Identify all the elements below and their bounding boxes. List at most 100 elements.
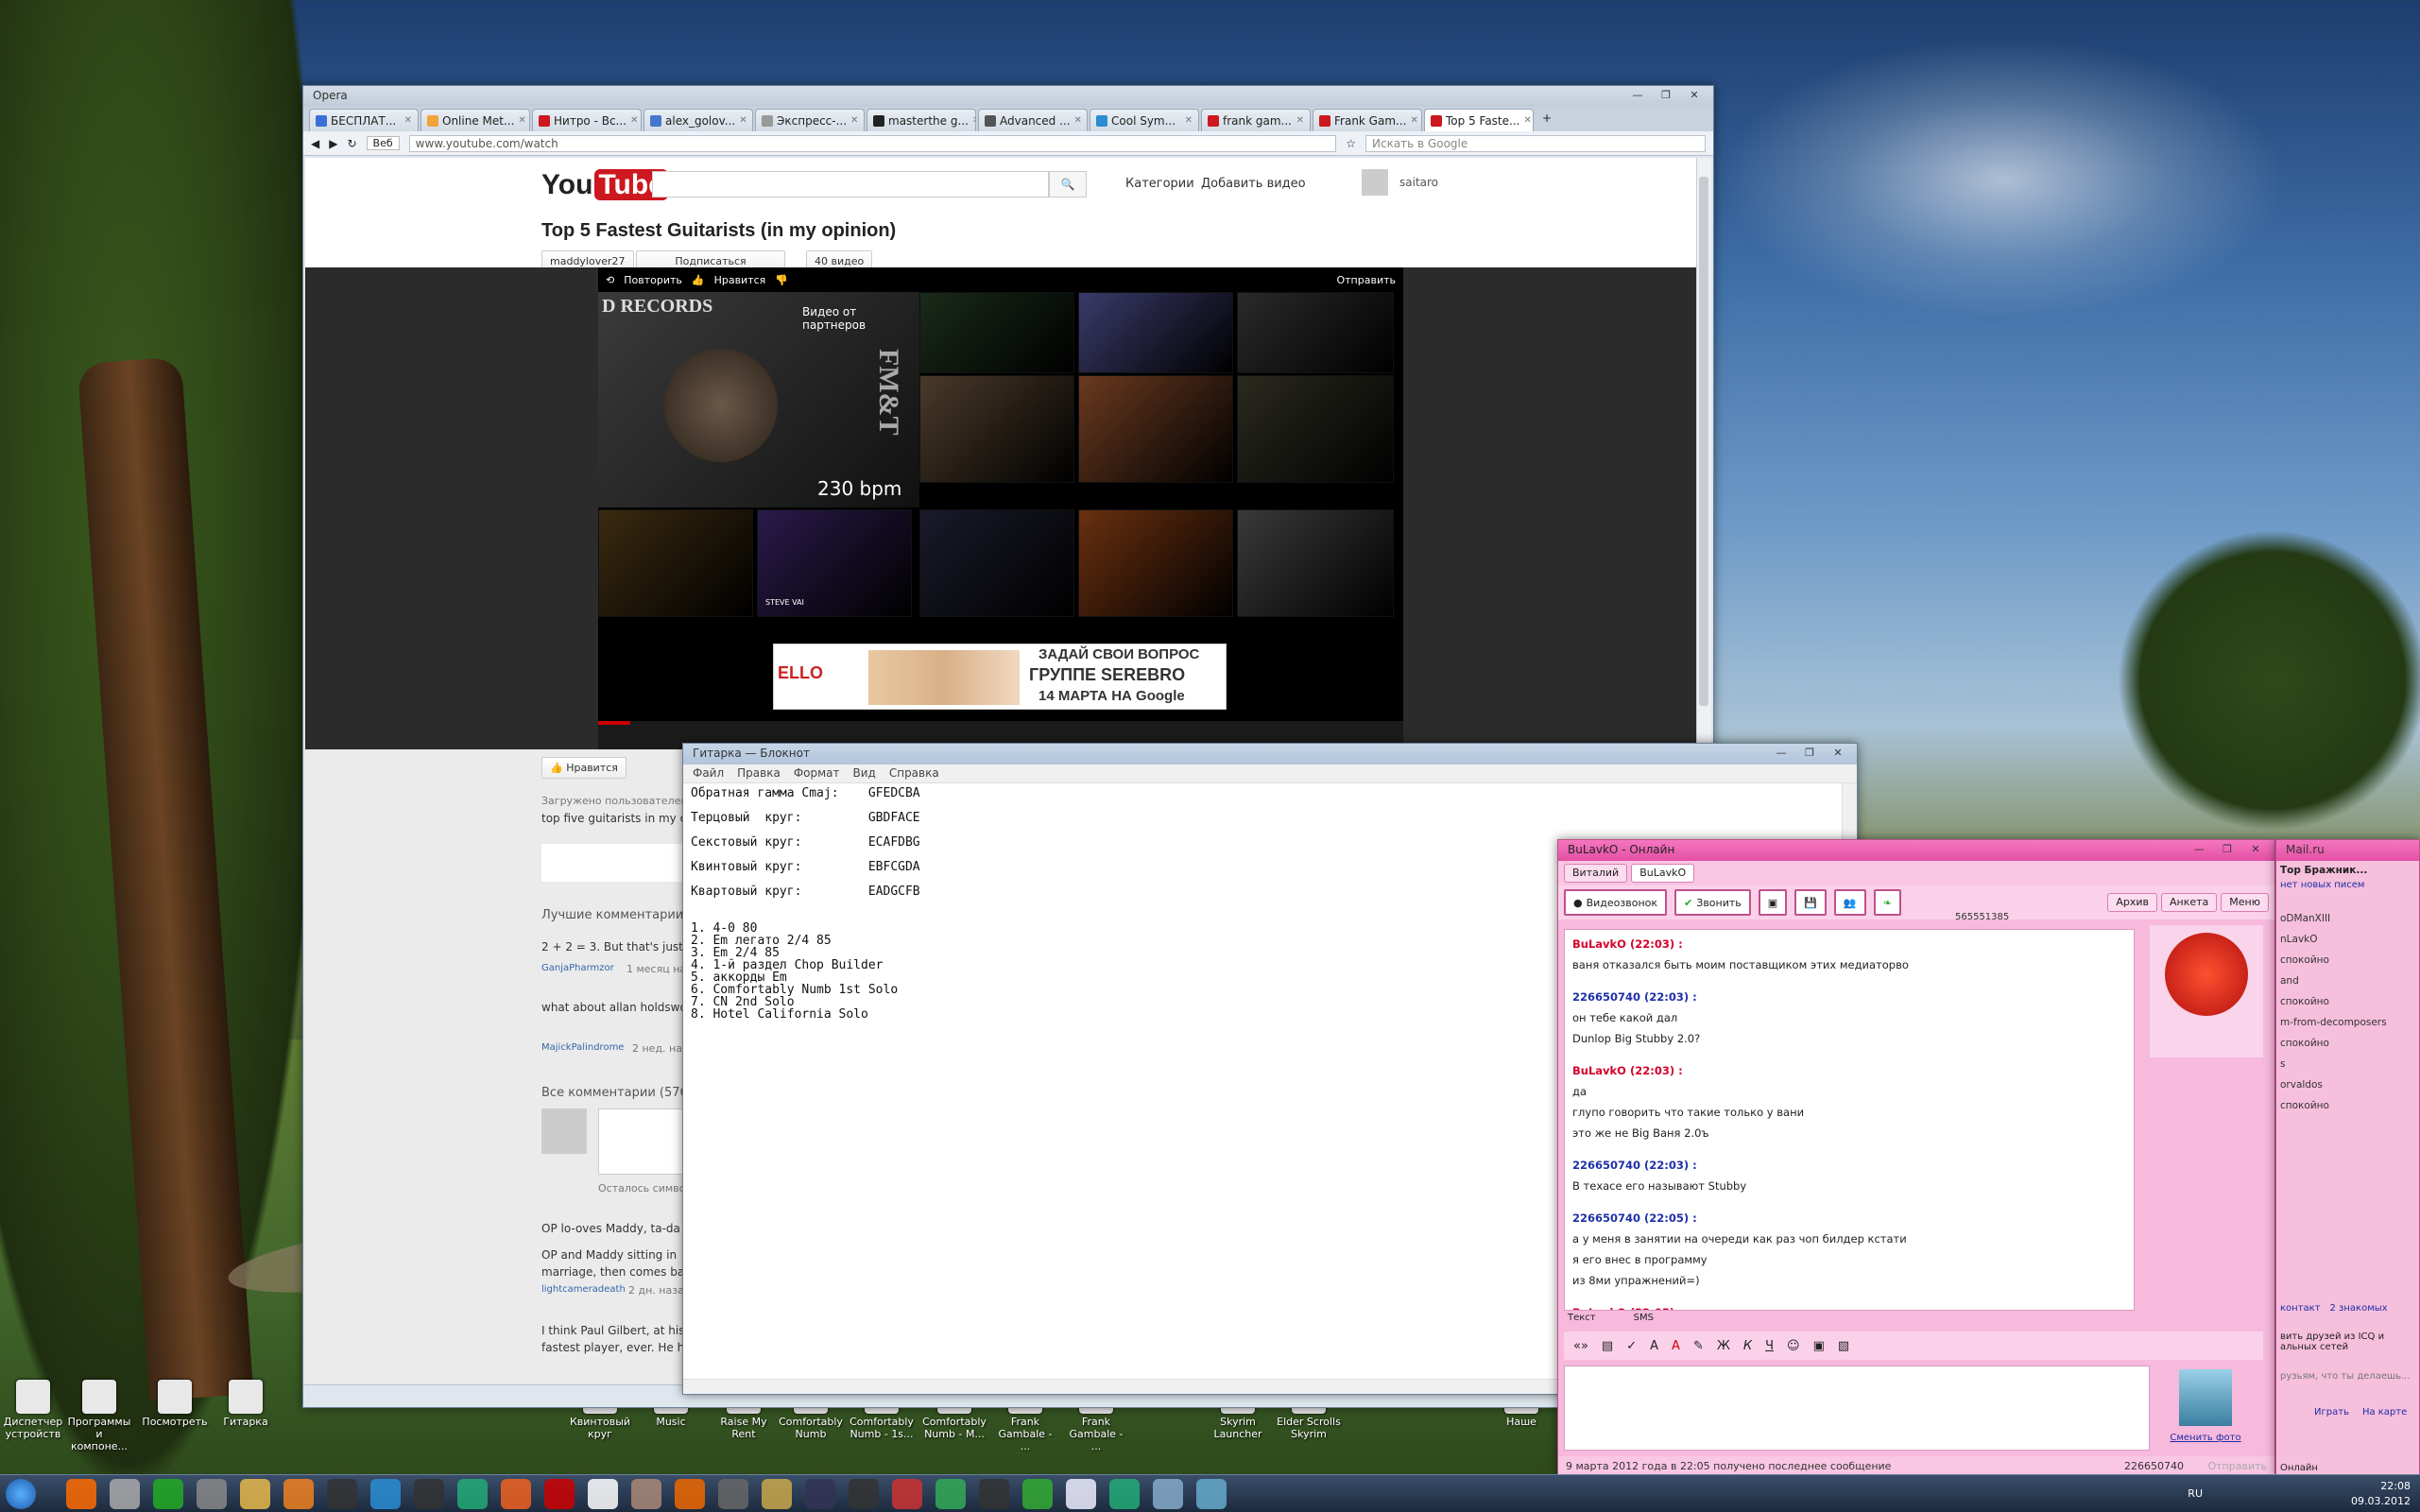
menu-item[interactable]: Файл	[693, 766, 724, 781]
mail-status[interactable]: нет новых писем	[2276, 880, 2419, 890]
related-video-thumbnail[interactable]	[1078, 292, 1233, 373]
taskbar-app-icon[interactable]	[370, 1479, 401, 1509]
minimize-button[interactable]: —	[1770, 746, 1793, 761]
message-input[interactable]	[1564, 1366, 2150, 1451]
youtube-logo[interactable]: You Tube	[541, 169, 668, 201]
taskbar-app-icon[interactable]	[1066, 1479, 1096, 1509]
related-video-thumbnail[interactable]	[1237, 292, 1394, 373]
related-video-thumbnail[interactable]	[1078, 375, 1233, 483]
desktop-icon[interactable]: Диспетчер устройств	[0, 1380, 66, 1440]
taskbar-app-icon[interactable]	[544, 1479, 575, 1509]
taskbar-app-icon[interactable]	[1109, 1479, 1140, 1509]
taskbar-app-icon[interactable]	[457, 1479, 488, 1509]
like-icon[interactable]: 👍	[692, 274, 705, 286]
contact-row[interactable]: спокойно	[2276, 1100, 2419, 1121]
tab-vitaliy[interactable]: Виталий	[1564, 864, 1628, 883]
taskbar-app-icon[interactable]	[153, 1479, 183, 1509]
tab-item[interactable]: frank gam... ✕	[1201, 109, 1311, 131]
close-tab-icon[interactable]: ✕	[972, 115, 975, 126]
taskbar-app-icon[interactable]	[110, 1479, 140, 1509]
new-tab-button[interactable]: +	[1536, 109, 1558, 131]
highlight-icon[interactable]: ✎	[1693, 1339, 1704, 1353]
tab-item[interactable]: Экспресс-... ✕	[755, 109, 865, 131]
comment-user[interactable]: MajickPalindrome	[541, 1042, 624, 1053]
contact-row[interactable]: спокойно	[2276, 954, 2419, 975]
taskbar-app-icon[interactable]	[1153, 1479, 1183, 1509]
close-tab-icon[interactable]: ✕	[1296, 115, 1304, 126]
tab-sms[interactable]: SMS	[1634, 1313, 1654, 1323]
close-tab-icon[interactable]: ✕	[518, 115, 525, 126]
panel-tab[interactable]: Архив	[2107, 893, 2157, 912]
flash-icon[interactable]: ▣	[1813, 1339, 1825, 1353]
tab-item[interactable]: Online Met... ✕	[420, 109, 530, 131]
tab-text[interactable]: Текст	[1568, 1313, 1596, 1323]
contact-row[interactable]: and	[2276, 975, 2419, 996]
strike-icon[interactable]: Ж	[1717, 1339, 1730, 1353]
user-menu[interactable]: saitaro	[1399, 176, 1438, 189]
replay-label[interactable]: Повторить	[624, 274, 682, 286]
close-tab-icon[interactable]: ✕	[1410, 115, 1417, 126]
profile-name[interactable]: Тор Бражник...	[2276, 861, 2419, 880]
related-video-thumbnail[interactable]	[598, 509, 753, 617]
contact-row[interactable]: orvaldos	[2276, 1079, 2419, 1100]
upload-link[interactable]: Добавить видео	[1201, 177, 1306, 191]
taskbar-app-icon[interactable]	[631, 1479, 661, 1509]
like-button[interactable]: 👍 Нравится	[541, 757, 626, 779]
minimize-button[interactable]: —	[2188, 842, 2210, 857]
taskbar-app-icon[interactable]	[935, 1479, 966, 1509]
tab-item[interactable]: Top 5 Faste... ✕	[1424, 109, 1534, 131]
close-tab-icon[interactable]: ✕	[739, 115, 747, 126]
status-input[interactable]: рузьям, что ты делаешь...	[2280, 1371, 2411, 1382]
tab-item[interactable]: alex_golov... ✕	[644, 109, 753, 131]
save-icon[interactable]: 💾	[1794, 889, 1827, 916]
contact-row[interactable]: oDManXIII	[2276, 913, 2419, 934]
taskbar-app-icon[interactable]	[240, 1479, 270, 1509]
share-label[interactable]: Отправить	[1336, 274, 1396, 286]
contact-row[interactable]: спокойно	[2276, 1038, 2419, 1058]
taskbar-app-icon[interactable]	[327, 1479, 357, 1509]
taskbar-app-icon[interactable]	[66, 1479, 96, 1509]
spellcheck-icon[interactable]: ✓	[1626, 1339, 1637, 1353]
friends-link[interactable]: 2 знакомых	[2330, 1303, 2388, 1314]
change-photo-link[interactable]: Сменить фото	[2170, 1433, 2240, 1443]
clock-date[interactable]: 09.03.2012	[2351, 1494, 2411, 1509]
videocall-button[interactable]: ● Видеозвонок	[1564, 889, 1668, 916]
reload-icon[interactable]: ↻	[347, 137, 356, 150]
close-tab-icon[interactable]: ✕	[404, 115, 412, 126]
avatar[interactable]	[1362, 169, 1388, 196]
taskbar-app-icon[interactable]	[1022, 1479, 1053, 1509]
tab-item[interactable]: Advanced ... ✕	[978, 109, 1088, 131]
leaf-icon[interactable]: ❧	[1873, 889, 1901, 916]
app-link[interactable]: На карте	[2362, 1407, 2407, 1418]
clock-time[interactable]: 22:08	[2351, 1479, 2411, 1494]
tab-item[interactable]: БЕСПЛАТ... ✕	[309, 109, 419, 131]
send-button[interactable]: Отправить	[2207, 1460, 2267, 1472]
contacts-icon[interactable]: 👥	[1833, 889, 1866, 916]
quote-icon[interactable]: «»	[1573, 1339, 1588, 1353]
taskbar-app-icon[interactable]	[501, 1479, 531, 1509]
taskbar-app-icon[interactable]	[805, 1479, 835, 1509]
menu-item[interactable]: Вид	[853, 766, 876, 781]
close-button[interactable]: ✕	[1683, 88, 1706, 103]
minimize-button[interactable]: —	[1626, 88, 1649, 103]
replay-icon[interactable]: ⟲	[606, 274, 614, 286]
tab-bulavko[interactable]: BuLavkO	[1631, 864, 1695, 883]
related-video-thumbnail[interactable]	[1078, 509, 1233, 617]
menu-item[interactable]: Формат	[794, 766, 840, 781]
text-color-icon[interactable]: A	[1672, 1339, 1680, 1353]
taskbar-app-icon[interactable]	[588, 1479, 618, 1509]
maximize-button[interactable]: ❐	[1655, 88, 1677, 103]
taskbar-app-icon[interactable]	[762, 1479, 792, 1509]
tab-item[interactable]: Нитро - Вс... ✕	[532, 109, 642, 131]
video-player[interactable]: ⟲ Повторить 👍 Нравится 👎 Отправить D REC…	[598, 267, 1403, 749]
url-field[interactable]: www.youtube.com/watch	[408, 134, 1337, 152]
sticker-icon[interactable]: ▧	[1838, 1339, 1849, 1353]
gift-icon[interactable]: ▣	[1758, 889, 1788, 916]
underline-icon[interactable]: Ч	[1765, 1339, 1774, 1353]
like-label[interactable]: Нравится	[714, 274, 766, 286]
forward-icon[interactable]: ▶	[329, 137, 337, 150]
desktop-icon[interactable]: Посмотреть	[142, 1380, 208, 1428]
panel-tab[interactable]: Анкета	[2161, 893, 2218, 912]
maximize-button[interactable]: ❐	[1798, 746, 1821, 761]
smile-icon[interactable]: ☺	[1787, 1339, 1800, 1353]
